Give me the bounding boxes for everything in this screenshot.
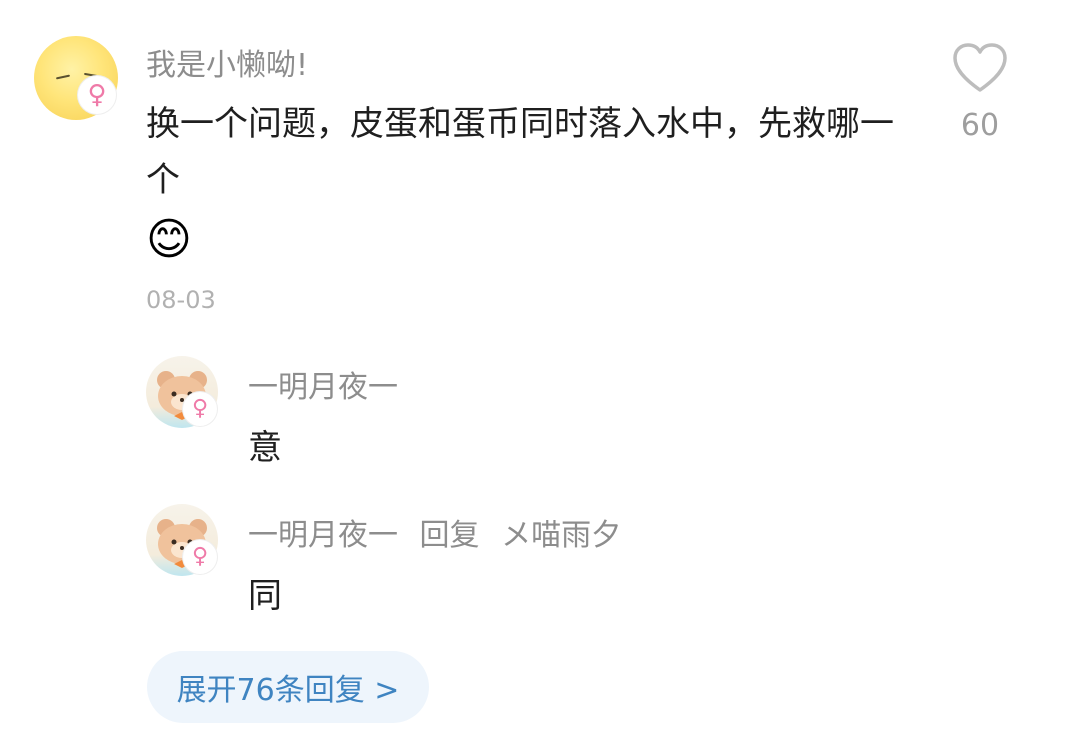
heart-outline-icon[interactable] xyxy=(950,40,1010,96)
comment-author-name[interactable]: 我是小懒呦! xyxy=(146,40,308,84)
reply-to-label: 回复 xyxy=(419,518,480,553)
reply-text: 意 xyxy=(248,428,282,468)
expand-replies-button[interactable]: 展开76条回复 > xyxy=(147,651,429,723)
reply-author-line: 一明月夜一 回复 メ喵雨夕 xyxy=(248,510,621,554)
female-icon: ♀ xyxy=(183,392,217,426)
smile-emoji-icon: 😊 xyxy=(146,214,192,265)
female-icon: ♀ xyxy=(78,76,116,114)
reply-author-name[interactable]: 一明月夜一 xyxy=(248,362,398,406)
avatar-eye-left xyxy=(55,74,71,80)
reply-author[interactable]: 一明月夜一 xyxy=(248,518,398,553)
like-count: 60 xyxy=(960,108,1000,143)
reply-text: 同 xyxy=(248,576,282,616)
female-icon: ♀ xyxy=(183,540,217,574)
reply-author[interactable]: 一明月夜一 xyxy=(248,370,398,405)
reply-to-user[interactable]: メ喵雨夕 xyxy=(501,518,621,553)
commenter-avatar[interactable]: ♀ xyxy=(34,36,118,120)
comment-date: 08-03 xyxy=(146,286,216,314)
comment-text: 换一个问题，皮蛋和蛋币同时落入水中，先救哪一个 xyxy=(146,104,894,200)
